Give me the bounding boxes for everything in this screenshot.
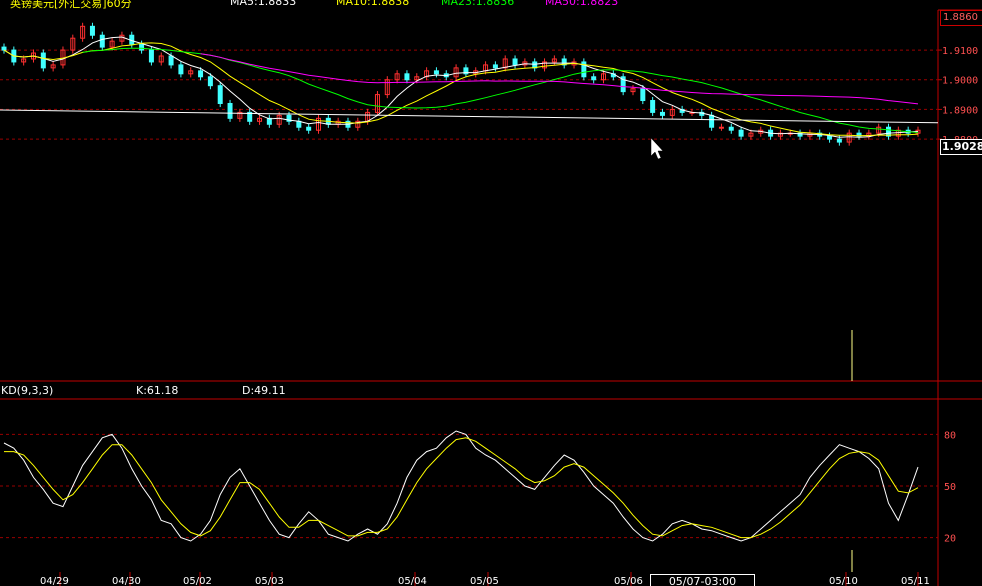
candle-body	[296, 120, 302, 128]
candle-body	[306, 126, 312, 131]
candle-body	[659, 111, 665, 116]
candle-body	[99, 34, 105, 48]
price-tick-label: 1.8900	[942, 105, 978, 116]
kd-tick-label: 80	[944, 430, 956, 441]
x-label: 05/06	[614, 576, 643, 586]
legend-ma10: MA10:1.8838	[336, 0, 410, 8]
price-top-value: 1.8860	[940, 10, 982, 26]
candle-body	[198, 70, 204, 78]
x-label: 04/30	[112, 576, 141, 586]
candle-body	[207, 76, 213, 87]
kd-d-line	[4, 437, 919, 539]
x-label: 05/10	[829, 576, 858, 586]
symbol-title: 英镑美元[外汇交易]60分	[10, 0, 132, 10]
ma10-line	[3, 42, 919, 137]
candle-body	[591, 76, 597, 81]
candle-body	[433, 70, 439, 75]
candle-body	[827, 135, 833, 140]
candle-body	[1, 46, 7, 51]
ma50-line	[200, 53, 919, 105]
price-tick-label: 1.9000	[942, 76, 978, 87]
kd-tick-label: 50	[944, 482, 956, 493]
candle-body	[709, 114, 715, 128]
x-label: 05/04	[398, 576, 427, 586]
chart-window: 1.91001.90001.89001.8800805020 英镑美元[外汇交易…	[0, 0, 982, 586]
x-label: 05/03	[255, 576, 284, 586]
legend-ma5: MA5:1.8833	[230, 0, 297, 8]
x-label: 05/02	[183, 576, 212, 586]
kd-tick-label: 20	[944, 534, 956, 545]
candle-body	[40, 52, 46, 69]
mouse-cursor-icon	[650, 137, 664, 160]
x-label: 05/05	[470, 576, 499, 586]
candle-body	[836, 138, 842, 143]
legend-ma23: MA23:1.8836	[441, 0, 515, 8]
kd-d-value: D:49.11	[242, 384, 286, 397]
candle-body	[139, 43, 145, 51]
candle-body	[178, 64, 184, 75]
candle-body	[89, 25, 95, 36]
x-label: 05/11	[901, 576, 930, 586]
kd-label: KD(9,3,3)	[1, 384, 54, 397]
candle-body	[227, 102, 233, 119]
legend-ma50: MA50:1.8823	[545, 0, 619, 8]
price-cursor-value: 1.9028	[940, 139, 982, 155]
candle-body	[512, 58, 518, 66]
chart-canvas[interactable]: 1.91001.90001.89001.8800805020	[0, 0, 982, 586]
candle-body	[728, 126, 734, 131]
kd-k-value: K:61.18	[136, 384, 179, 397]
candle-body	[217, 85, 223, 104]
price-tick-label: 1.9100	[942, 46, 978, 57]
candle-body	[718, 126, 724, 129]
candle-body	[640, 88, 646, 102]
candle-body	[148, 49, 154, 63]
crosshair-date-label: 05/07-03:00	[650, 574, 755, 586]
candle-body	[492, 64, 498, 69]
candle-body	[738, 129, 744, 137]
candle-body	[650, 100, 656, 113]
x-label: 04/29	[40, 576, 69, 586]
candle-body	[404, 73, 410, 81]
candle-body	[168, 55, 174, 66]
